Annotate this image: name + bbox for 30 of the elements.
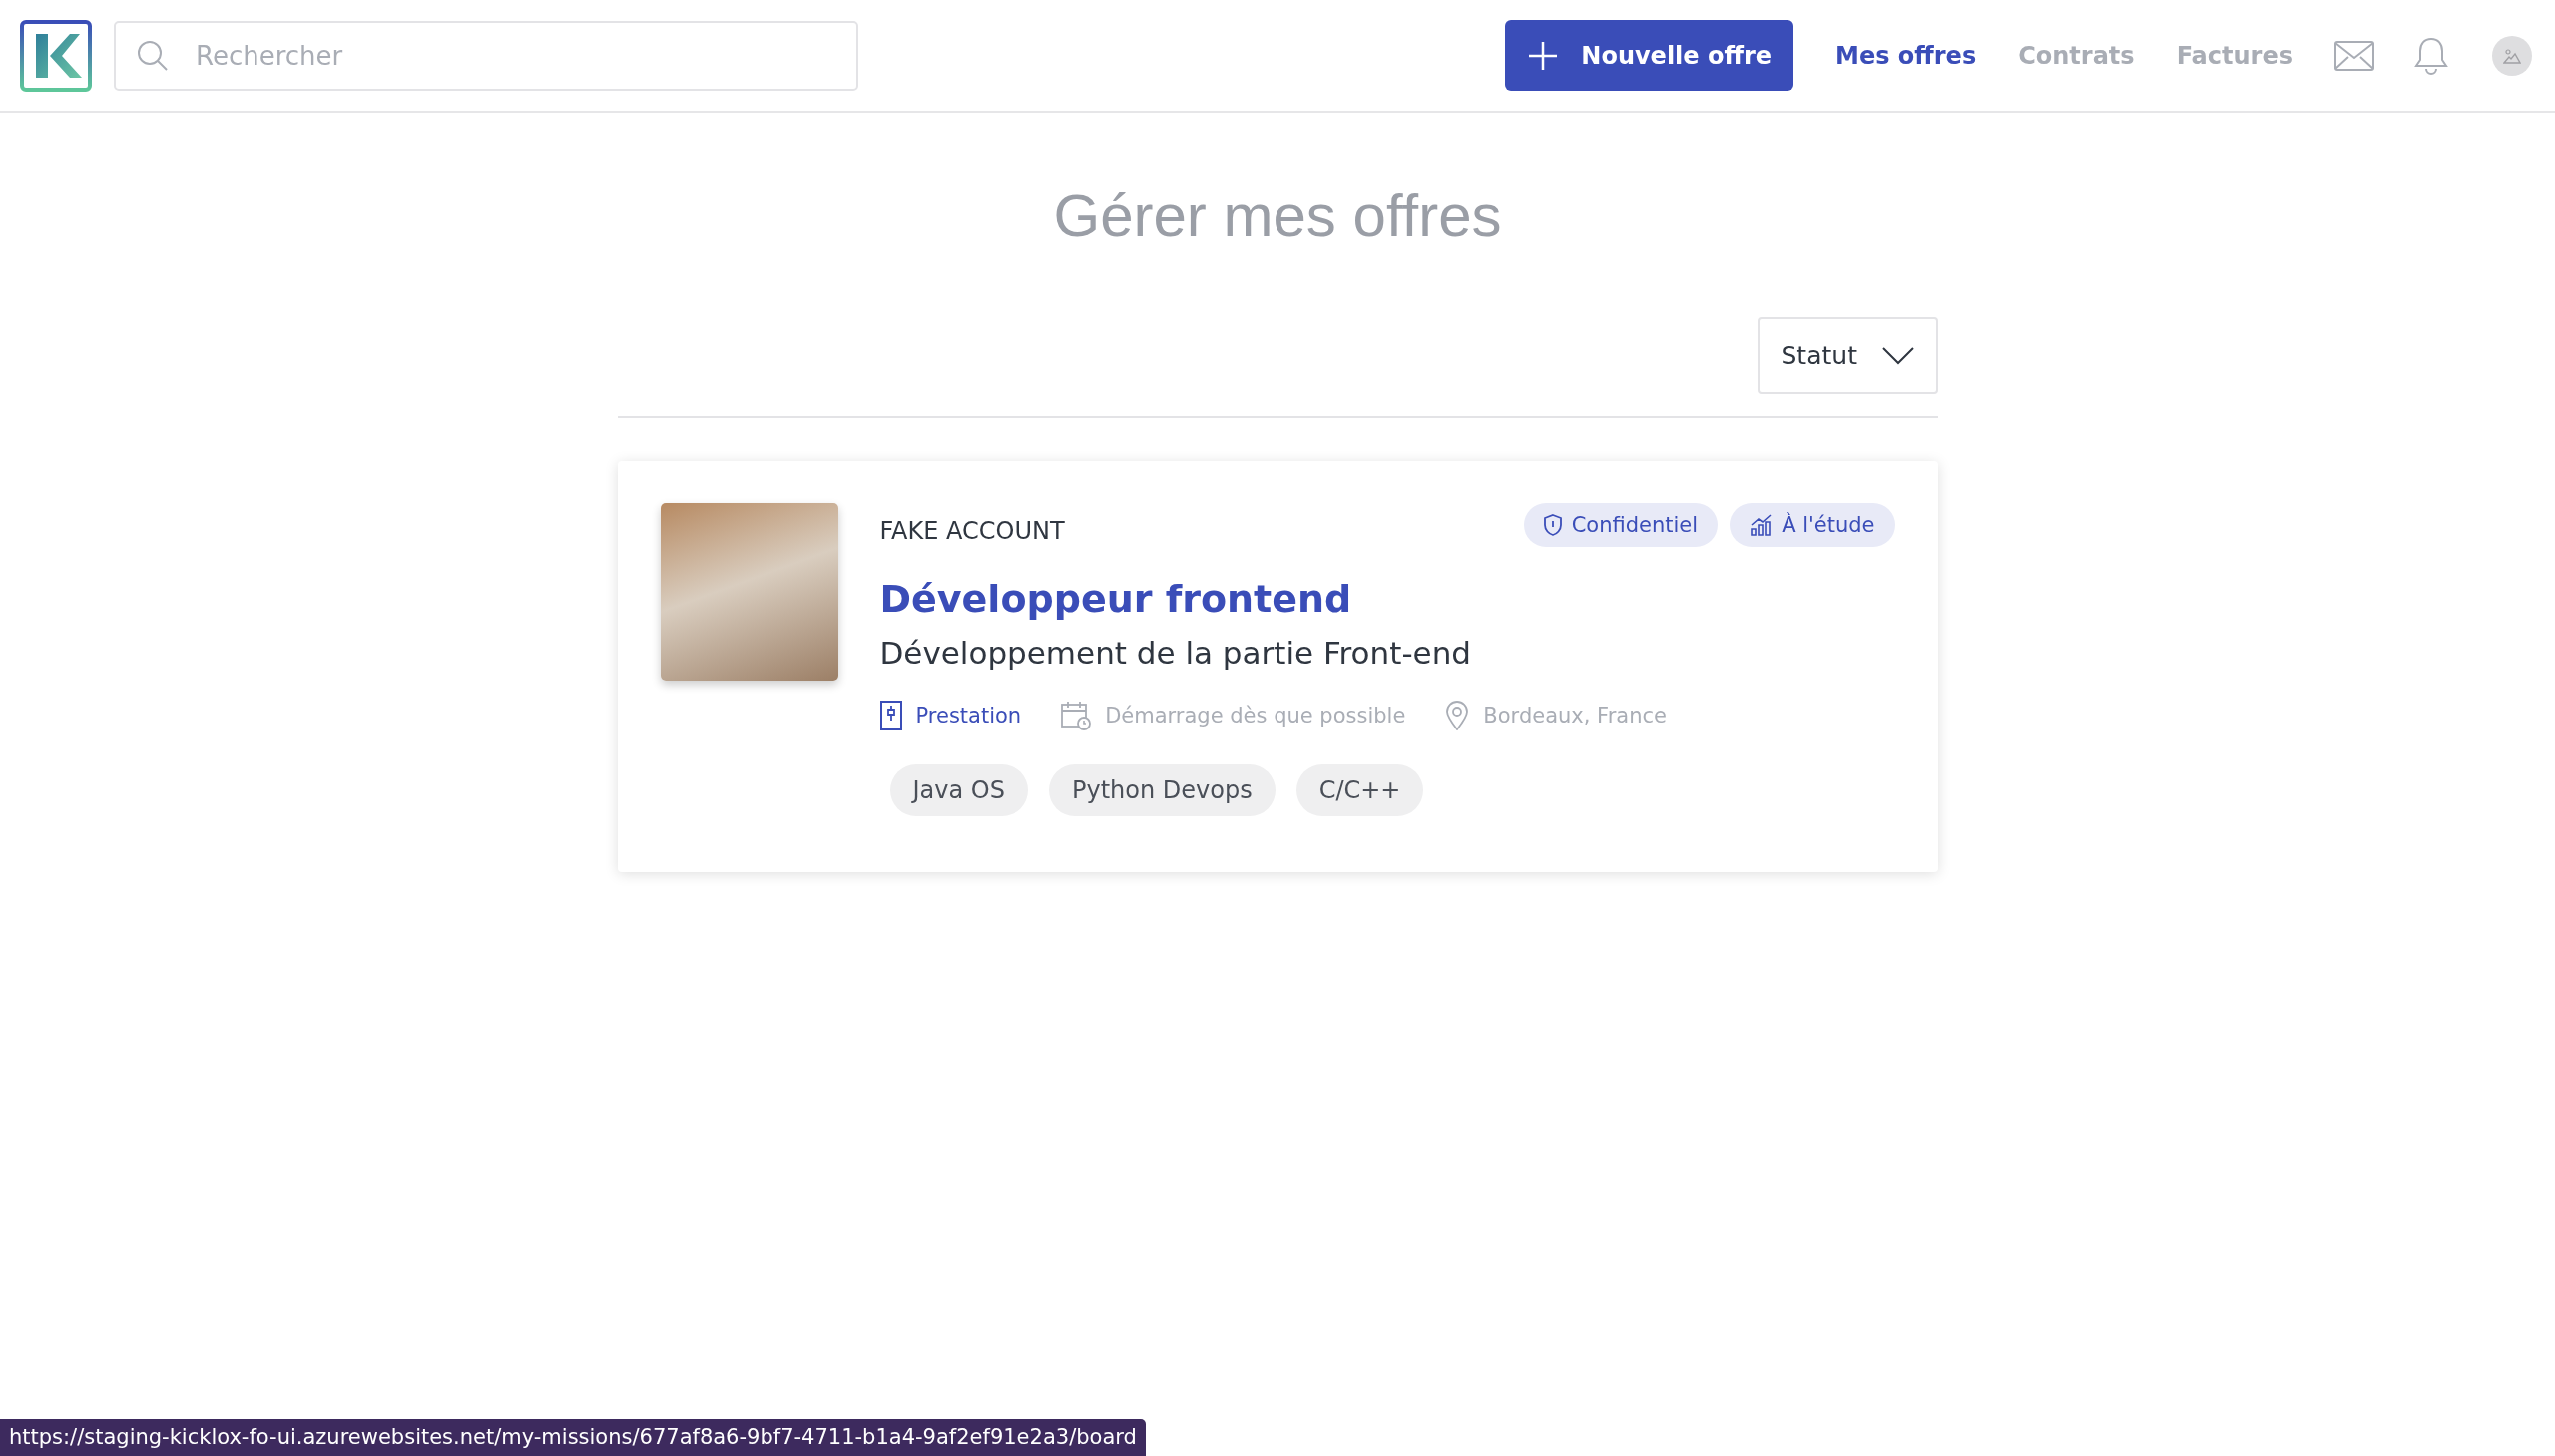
tag: Confidentiel: [1523, 503, 1719, 547]
location-pin-icon: [1445, 701, 1470, 730]
search-field[interactable]: Rechercher: [114, 20, 858, 91]
tag: À l'étude: [1730, 503, 1895, 547]
chart-icon: [1750, 514, 1773, 536]
new-offer-button[interactable]: Nouvelle offre: [1505, 20, 1794, 91]
search-icon: [136, 38, 170, 73]
page-title: Gérer mes offres: [1052, 181, 1503, 249]
meta-text: Prestation: [915, 704, 1022, 728]
chevron-down-icon: [1881, 346, 1914, 365]
offer-title[interactable]: Développeur frontend: [879, 577, 1895, 621]
company-name: FAKE ACCOUNT: [879, 517, 1065, 545]
nav-link[interactable]: Mes offres: [1835, 41, 1977, 70]
avatar[interactable]: [2492, 35, 2532, 76]
mail-icon[interactable]: [2334, 40, 2374, 71]
logo-icon[interactable]: [20, 19, 92, 92]
link-preview: https://staging-kicklox-fo-ui.azurewebsites.net/my-missions/677af8a6-9bf7-4711-b1a4-9af2ef91e2a3/board: [0, 1419, 1146, 1456]
meta-text: Démarrage dès que possible: [1105, 704, 1406, 728]
skill-tag: Python Devops: [1048, 764, 1276, 816]
skill-tag: Java OS: [889, 764, 1028, 816]
skill-tag: C/C++: [1295, 764, 1424, 816]
status-dropdown[interactable]: Statut: [1757, 317, 1938, 394]
shield-icon: [1543, 514, 1562, 536]
bell-icon[interactable]: [2414, 35, 2448, 76]
calendar-icon: [1061, 701, 1092, 730]
offer-card[interactable]: FAKE ACCOUNT Confidentiel À l'étude Développeur frontend Développement de la partie Front-end Prestation Démarrage dès que possible Bordeaux, France Java OS Python Devops C/C++: [617, 461, 1938, 872]
offer-subtitle: Développement de la partie Front-end: [879, 635, 1472, 671]
meta-text: Bordeaux, France: [1483, 704, 1667, 728]
plus-icon: [1527, 39, 1560, 72]
document-icon: [879, 701, 902, 730]
